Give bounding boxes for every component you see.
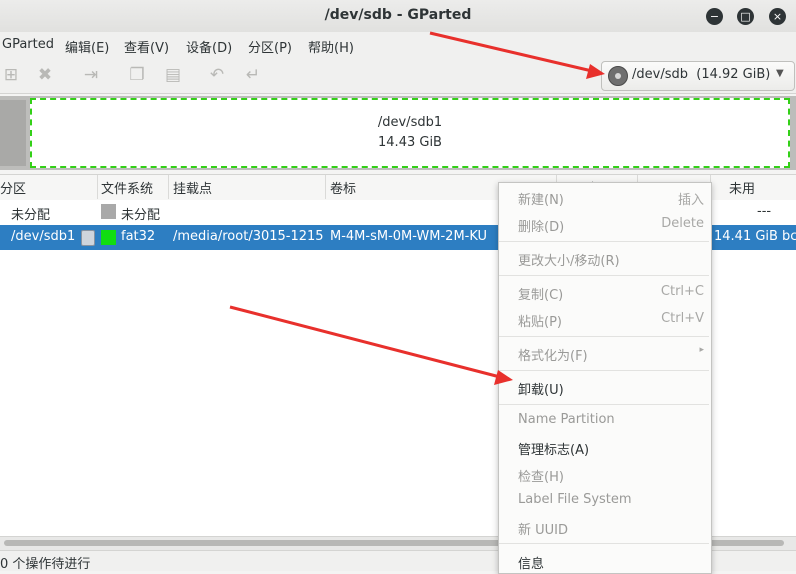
cell-filesystem: fat32: [121, 229, 156, 244]
menu-item-accel: 插入: [677, 193, 704, 208]
menu-item-accel: Delete: [661, 216, 704, 231]
partition-block[interactable]: [30, 98, 790, 168]
menu-item-format[interactable]: 格式化为(F): [518, 345, 588, 364]
menu-separator: [499, 543, 709, 544]
chevron-down-icon: ▼: [776, 68, 784, 79]
menu-item-information[interactable]: 信息: [518, 553, 544, 572]
close-icon[interactable]: ×: [769, 8, 786, 25]
apply-icon[interactable]: ↵: [242, 64, 264, 86]
window-title: /dev/sdb - GParted: [324, 7, 472, 23]
column-header-mountpoint[interactable]: 挂载点: [173, 178, 212, 197]
column-divider: [325, 175, 326, 199]
column-header-filesystem[interactable]: 文件系统: [101, 178, 153, 197]
lock-icon: [81, 230, 95, 246]
menu-item-paste[interactable]: 粘贴(P): [518, 311, 562, 330]
cell-unused: ---: [757, 204, 772, 219]
filesystem-color-swatch: [101, 204, 116, 219]
unallocated-block[interactable]: [0, 100, 26, 166]
disk-icon: [608, 66, 628, 86]
menu-item-resize[interactable]: 更改大小/移动(R): [518, 250, 620, 269]
menu-separator: [499, 404, 709, 405]
menu-bar: [0, 32, 796, 59]
cell-used: 14.41 GiB: [714, 229, 778, 244]
column-divider: [168, 175, 169, 199]
maximize-icon[interactable]: □: [737, 8, 754, 25]
new-partition-icon[interactable]: ⊞: [0, 64, 22, 86]
filesystem-color-swatch: [101, 230, 116, 245]
menu-separator: [499, 336, 709, 337]
cell-partition: /dev/sdb1: [11, 229, 76, 244]
column-divider: [97, 175, 98, 199]
menu-item-delete[interactable]: 删除(D): [518, 216, 564, 235]
paste-icon[interactable]: ▤: [162, 64, 184, 86]
menu-item-manage-flags[interactable]: 管理标志(A): [518, 439, 589, 458]
cell-label: M-4M-sM-0M-WM-2M-KU: [330, 229, 488, 244]
minimize-icon[interactable]: −: [706, 8, 723, 25]
cell-unused: bc: [782, 229, 796, 244]
cell-partition: 未分配: [11, 208, 51, 223]
cell-filesystem: 未分配: [121, 208, 161, 223]
column-header-unused[interactable]: 未用: [729, 178, 755, 197]
menu-item-unmount[interactable]: 卸载(U): [518, 379, 564, 398]
copy-icon[interactable]: ❐: [126, 64, 148, 86]
menu-item-label-filesystem[interactable]: Label File System: [518, 492, 632, 507]
menu-item-accel: Ctrl+V: [661, 311, 704, 326]
delete-icon[interactable]: ✖: [34, 64, 56, 86]
menu-gparted[interactable]: GParted: [2, 37, 54, 52]
menu-separator: [499, 241, 709, 242]
undo-icon[interactable]: ↶: [206, 64, 228, 86]
partition-block-size: 14.43 GiB: [378, 135, 442, 150]
menu-partition[interactable]: 分区(P): [248, 37, 292, 56]
column-header-label[interactable]: 卷标: [330, 178, 356, 197]
menu-separator: [499, 275, 709, 276]
menu-edit[interactable]: 编辑(E): [65, 37, 109, 56]
cell-mountpoint: /media/root/3015-1215: [173, 229, 324, 244]
partition-block-name: /dev/sdb1: [377, 115, 443, 130]
device-selector-label: /dev/sdb (14.92 GiB): [632, 67, 771, 82]
menu-item-accel: Ctrl+C: [660, 284, 704, 299]
menu-item-copy[interactable]: 复制(C): [518, 284, 563, 303]
resize-icon[interactable]: ⇥: [80, 64, 102, 86]
menu-item-check[interactable]: 检查(H): [518, 466, 564, 485]
menu-device[interactable]: 设备(D): [186, 37, 232, 56]
menu-item-new-uuid[interactable]: 新 UUID: [518, 519, 568, 538]
menu-view[interactable]: 查看(V): [124, 37, 169, 56]
menu-item-name-partition[interactable]: Name Partition: [518, 412, 615, 427]
status-text: 0 个操作待进行: [0, 557, 91, 572]
column-header-partition[interactable]: 分区: [0, 178, 26, 197]
menu-help[interactable]: 帮助(H): [308, 37, 354, 56]
chevron-right-icon: ▸: [699, 345, 704, 355]
menu-separator: [499, 370, 709, 371]
menu-item-new[interactable]: 新建(N): [518, 189, 564, 208]
